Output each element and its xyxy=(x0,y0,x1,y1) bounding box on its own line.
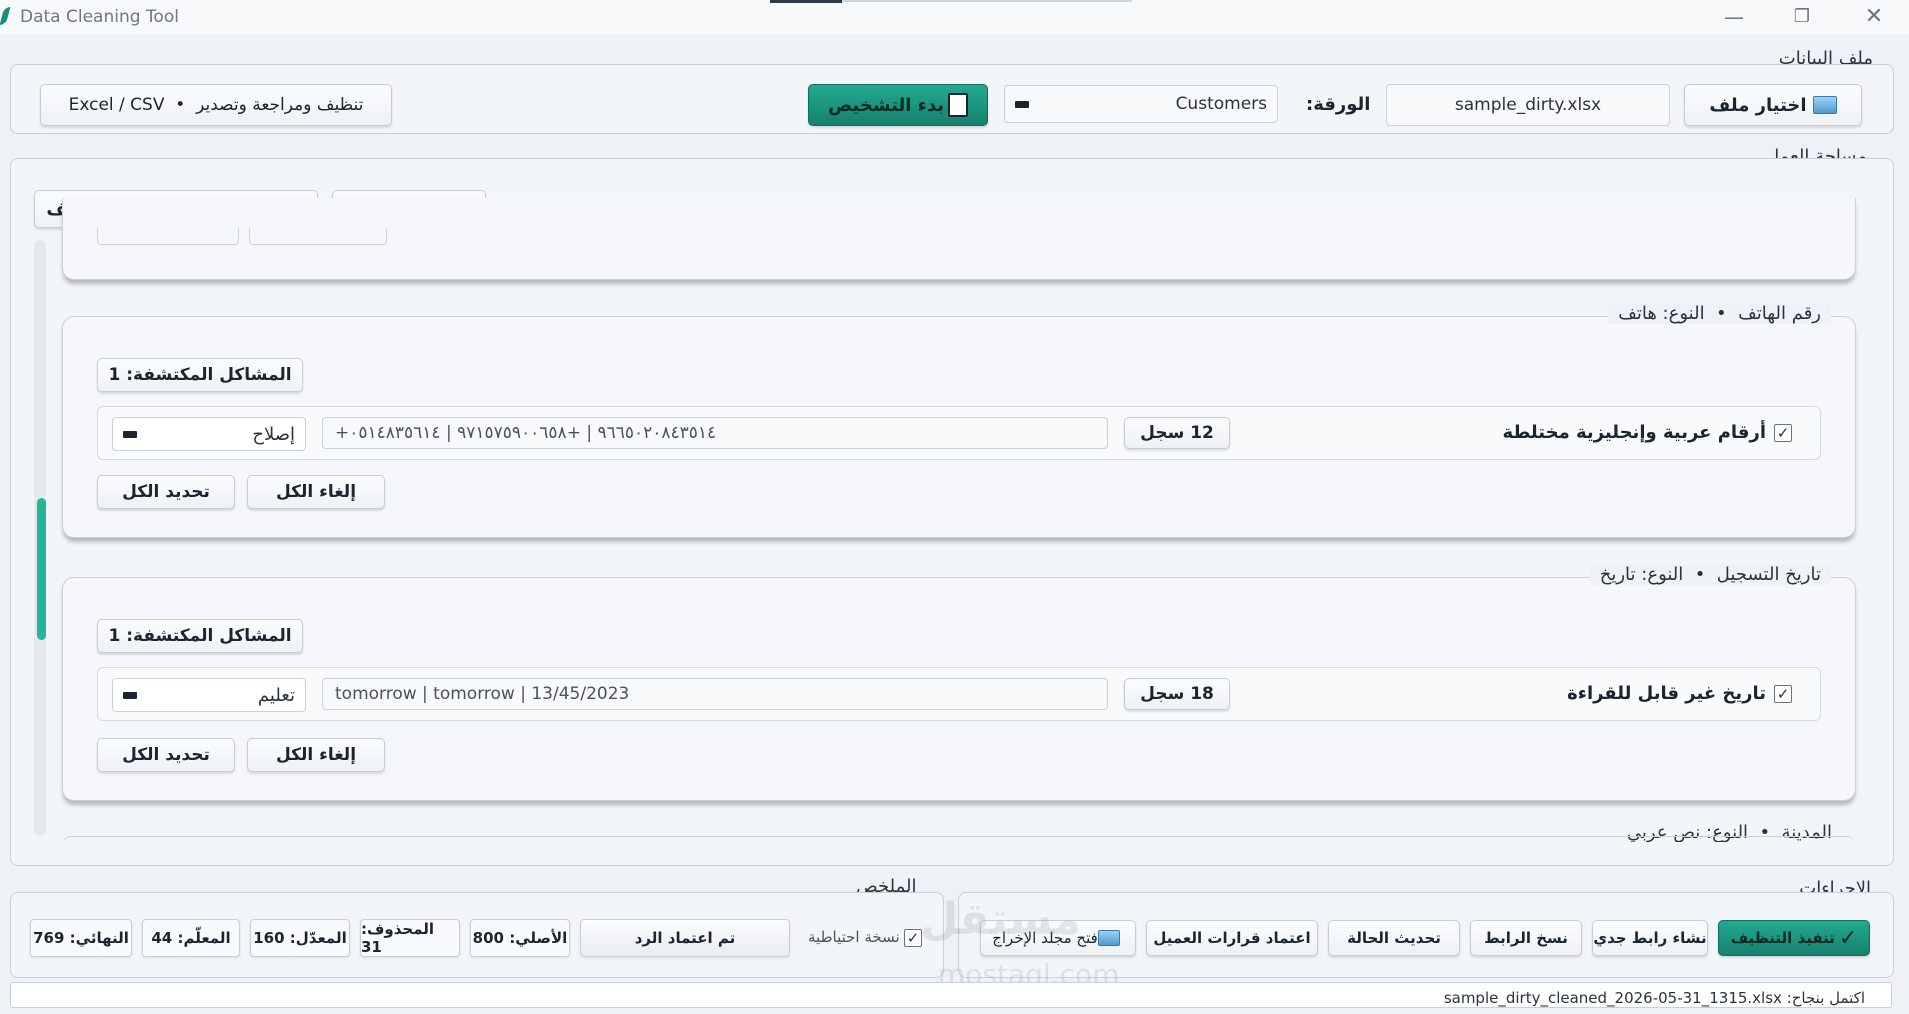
folder-icon xyxy=(1812,96,1837,114)
refresh-status-button[interactable]: تحديث الحالة xyxy=(1328,920,1460,956)
modified-count: المعدّل: 160 xyxy=(250,919,350,957)
issue-row: ✓ أرقام عربية وإنجليزية مختلطة 12 سجل +٩… xyxy=(97,406,1821,460)
minimize-icon[interactable]: — xyxy=(1714,4,1754,30)
start-diagnosis-button[interactable]: بدء التشخيص xyxy=(808,84,988,126)
tagline-text: تنظيف ومراجعة وتصدير • Excel / CSV xyxy=(68,95,364,115)
partial-button-ghost xyxy=(249,228,387,245)
samples-field: tomorrow | tomorrow | 13/45/2023 xyxy=(322,678,1108,710)
deleted-count: المحذوف: 31 xyxy=(360,919,460,957)
window-title: Data Cleaning Tool xyxy=(20,7,179,27)
tagline-box: تنظيف ومراجعة وتصدير • Excel / CSV xyxy=(40,84,392,126)
status-bar: اكتمل بنجاح: sample_dirty_cleaned_2026-0… xyxy=(10,982,1892,1008)
dropdown-arrow-icon xyxy=(1015,100,1029,108)
choose-file-button[interactable]: اختيار ملف xyxy=(1684,84,1862,126)
dropdown-arrow-icon xyxy=(123,430,137,438)
issue-label: تاريخ غير قابل للقراءة xyxy=(1567,683,1766,704)
final-count: النهائي: 769 xyxy=(30,919,132,957)
record-count-badge[interactable]: 18 سجل xyxy=(1124,678,1230,710)
document-search-icon xyxy=(948,93,969,117)
backup-label: نسخة احتياطية xyxy=(808,928,900,946)
samples-text: tomorrow | tomorrow | 13/45/2023 xyxy=(335,684,630,704)
run-cleaning-label: تنفيذ التنظيف xyxy=(1730,929,1835,947)
original-count: الأصلي: 800 xyxy=(470,919,570,957)
title-tab-active xyxy=(770,0,842,3)
select-all-button[interactable]: تحديد الكل xyxy=(97,475,235,509)
card-title: تاريخ التسجيل • النوع: تاريخ xyxy=(1589,564,1831,585)
partial-button-ghost xyxy=(97,228,239,245)
workspace-scroll-thumb[interactable] xyxy=(37,498,46,640)
flagged-count: المعلّم: 44 xyxy=(142,919,240,957)
watermark-logo: مستقل xyxy=(920,894,1081,945)
sheet-label: الورقة: xyxy=(1306,94,1371,115)
issue-label: أرقام عربية وإنجليزية مختلطة xyxy=(1502,422,1766,443)
new-link-button[interactable]: نشاء رابط جدي xyxy=(1592,920,1708,956)
close-icon[interactable]: ✕ xyxy=(1854,4,1894,30)
column-card-date: تاريخ التسجيل • النوع: تاريخ المشاكل الم… xyxy=(62,564,1856,801)
restore-icon[interactable]: ❐ xyxy=(1782,4,1822,30)
select-all-button[interactable]: تحديد الكل xyxy=(97,738,235,772)
deselect-all-button[interactable]: إلغاء الكل xyxy=(247,738,385,772)
issue-row: ✓ تاريخ غير قابل للقراءة 18 سجل tomorrow… xyxy=(97,667,1821,721)
folder-icon xyxy=(1097,930,1120,946)
issue-checkbox[interactable]: ✓ xyxy=(1774,424,1792,442)
action-select[interactable]: إصلاح xyxy=(112,417,306,451)
samples-text: +٩٦٦٥٠٢٠٨٤٣٥١٤ | +٩٧١٥٧٥٩٠٠٦٥٨ | ٠٥١٤٨٣٥… xyxy=(335,423,717,443)
action-value: إصلاح xyxy=(252,423,295,445)
file-name-field[interactable]: sample_dirty.xlsx xyxy=(1386,84,1670,126)
sheet-value: Customers xyxy=(1175,94,1267,114)
file-name-value: sample_dirty.xlsx xyxy=(1454,95,1602,115)
approve-client-button[interactable]: اعتماد قرارات العميل xyxy=(1146,920,1318,956)
action-select[interactable]: تعليم xyxy=(112,678,306,712)
copy-link-button[interactable]: نسخ الرابط xyxy=(1470,920,1582,956)
reply-status-box: تم اعتماد الرد xyxy=(580,919,790,957)
card-title: رقم الهاتف • النوع: هاتف xyxy=(1608,303,1831,324)
checkmark-icon: ✓ xyxy=(1838,925,1858,951)
title-bar: Data Cleaning Tool — ❐ ✕ xyxy=(0,0,1909,34)
record-count-badge[interactable]: 12 سجل xyxy=(1124,417,1230,449)
column-card-phone: رقم الهاتف • النوع: هاتف المشاكل المكتشف… xyxy=(62,303,1856,538)
dropdown-arrow-icon xyxy=(123,691,137,699)
samples-field: +٩٦٦٥٠٢٠٨٤٣٥١٤ | +٩٧١٥٧٥٩٠٠٦٥٨ | ٠٥١٤٨٣٥… xyxy=(322,417,1108,449)
backup-option[interactable]: نسخة احتياطية xyxy=(808,928,900,946)
issues-count-badge: المشاكل المكتشفة: 1 xyxy=(97,358,303,392)
title-tab xyxy=(842,0,1132,2)
action-value: تعليم xyxy=(257,684,295,706)
partial-card-clip: المدينة • النوع: نص عربي xyxy=(62,820,1856,842)
partial-card-top xyxy=(62,198,1856,280)
app-feather-icon xyxy=(0,7,11,25)
run-cleaning-button[interactable]: تنفيذ التنظيف ✓ xyxy=(1718,920,1870,956)
status-text: اكتمل بنجاح: sample_dirty_cleaned_2026-0… xyxy=(1443,989,1865,1007)
deselect-all-button[interactable]: إلغاء الكل xyxy=(247,475,385,509)
issues-count-badge: المشاكل المكتشفة: 1 xyxy=(97,619,303,653)
sheet-select[interactable]: Customers xyxy=(1004,85,1278,123)
issue-checkbox[interactable]: ✓ xyxy=(1774,685,1792,703)
diagnose-label: بدء التشخيص xyxy=(827,94,945,116)
partial-card-border xyxy=(62,836,1856,842)
choose-file-label: اختيار ملف xyxy=(1709,94,1807,116)
